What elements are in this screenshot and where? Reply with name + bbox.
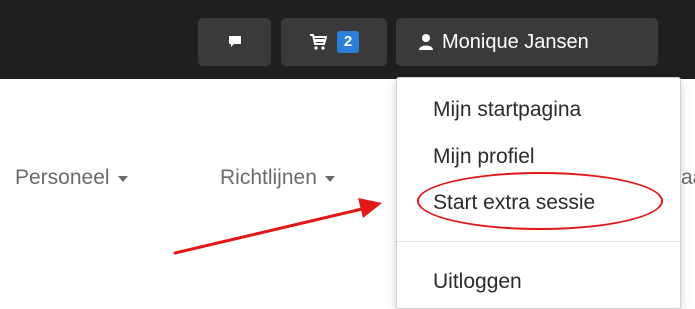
red-arrow-annotation (173, 198, 382, 255)
